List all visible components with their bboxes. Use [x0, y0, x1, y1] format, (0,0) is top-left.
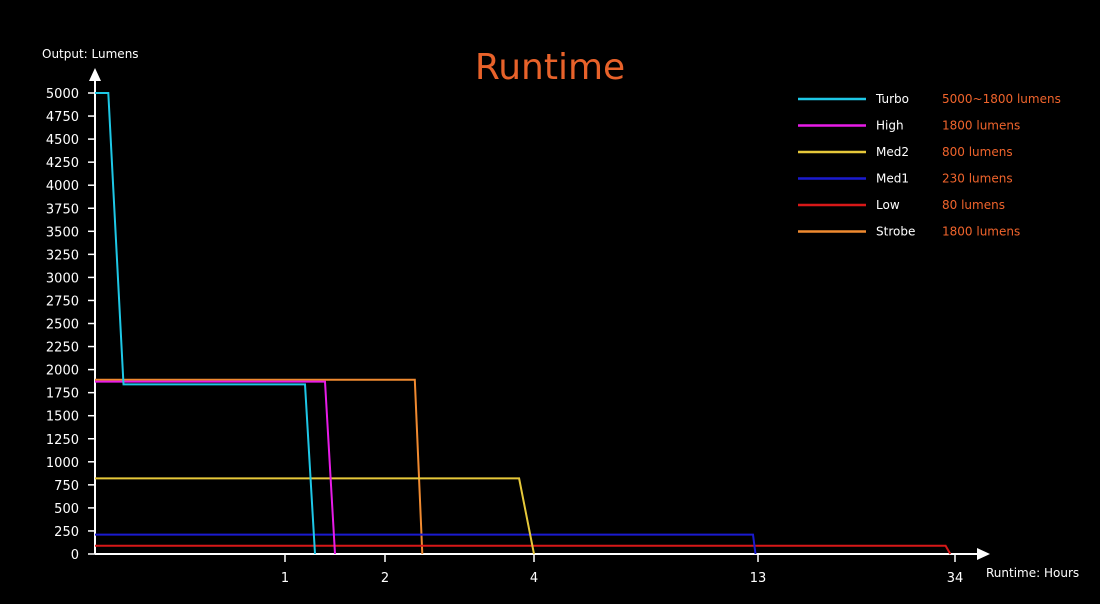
legend-series-output: 800 lumens	[942, 145, 1013, 159]
series-line-med1	[95, 533, 757, 555]
y-tick-label: 0	[71, 548, 79, 563]
y-tick-label: 3250	[46, 248, 79, 263]
y-tick-label: 4250	[46, 156, 79, 171]
x-tick-label: 1	[281, 571, 289, 586]
y-tick-label: 3500	[46, 225, 79, 240]
x-tick-label: 13	[750, 571, 767, 586]
y-tick-label: 250	[54, 525, 79, 540]
x-tick-label: 4	[530, 571, 538, 586]
series-line-strobe	[95, 378, 424, 555]
legend-series-name: Med2	[876, 145, 909, 159]
x-tick-label: 34	[947, 571, 964, 586]
legend-series-name: Low	[876, 198, 900, 212]
y-tick-label: 500	[54, 502, 79, 517]
legend-series-output: 80 lumens	[942, 198, 1005, 212]
x-tick-label: 2	[381, 571, 389, 586]
y-tick-label: 1750	[46, 387, 79, 402]
y-tick-label: 5000	[46, 87, 79, 102]
series-line-turbo	[95, 92, 316, 555]
legend-series-output: 1800 lumens	[942, 225, 1020, 239]
legend-series-output: 5000~1800 lumens	[942, 92, 1061, 106]
series-line-high	[95, 380, 336, 555]
y-tick-label: 750	[54, 479, 79, 494]
y-ticks: 0 250 500 750 1000 1250 1500 1750 2000 2250 2500 27…	[46, 87, 95, 563]
series-line-low	[95, 544, 952, 555]
legend-series-output: 230 lumens	[942, 172, 1013, 186]
y-tick-label: 3000	[46, 271, 79, 286]
y-axis-arrow	[89, 68, 101, 81]
y-tick-label: 1500	[46, 410, 79, 425]
y-tick-label: 2750	[46, 294, 79, 309]
y-tick-label: 4750	[46, 110, 79, 125]
y-axis-title: Output: Lumens	[42, 47, 139, 61]
legend-series-output: 1800 lumens	[942, 119, 1020, 133]
y-tick-label: 4500	[46, 133, 79, 148]
y-tick-label: 4000	[46, 179, 79, 194]
x-ticks: 1 2 4 13 34	[281, 554, 963, 586]
x-axis-arrow	[977, 548, 990, 560]
y-tick-label: 3750	[46, 202, 79, 217]
y-tick-label: 2250	[46, 341, 79, 356]
legend-series-name: Med1	[876, 172, 909, 186]
runtime-chart: Runtime Output: Lumens Runtime: Hours 0 2…	[42, 47, 1079, 586]
legend-series-name: High	[876, 119, 904, 133]
series-lines	[95, 92, 952, 555]
y-tick-label: 1250	[46, 433, 79, 448]
y-tick-label: 1000	[46, 456, 79, 471]
chart-title: Runtime	[475, 47, 625, 88]
legend: Turbo 5000~1800 lumens High 1800 lumens Med2…	[798, 92, 1061, 239]
legend-series-name: Turbo	[875, 92, 909, 106]
y-tick-label: 2500	[46, 318, 79, 333]
y-tick-label: 2000	[46, 364, 79, 379]
legend-series-name: Strobe	[876, 225, 915, 239]
x-axis-title: Runtime: Hours	[986, 566, 1079, 580]
